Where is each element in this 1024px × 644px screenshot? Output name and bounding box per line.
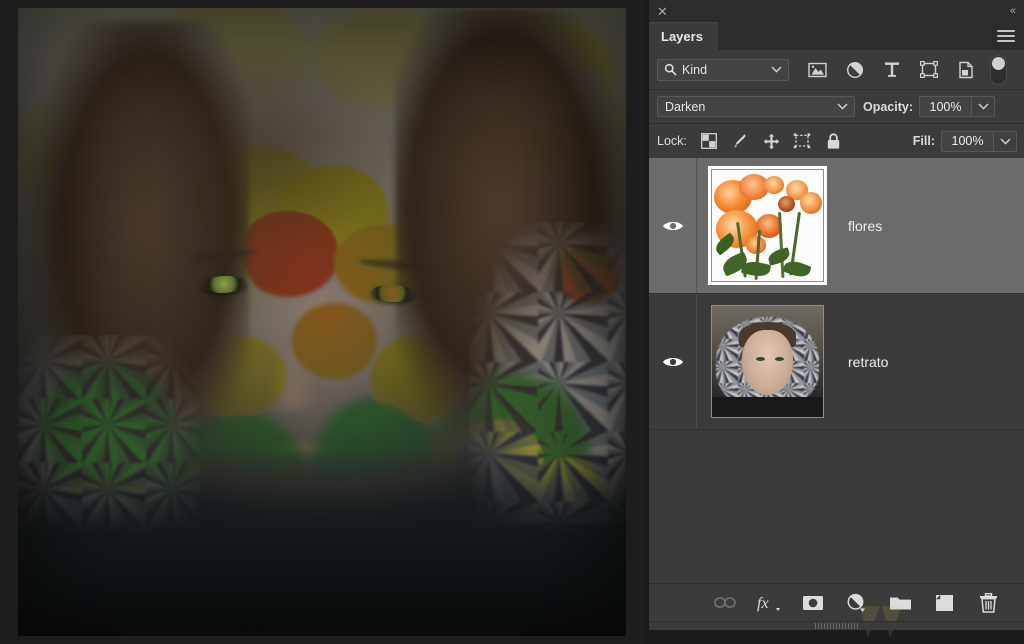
layer-thumbnail-retrato[interactable]: [711, 305, 824, 418]
opacity-stepper-icon[interactable]: [971, 96, 995, 117]
fill-label: Fill:: [913, 134, 935, 148]
adjustment-layer-button[interactable]: [842, 589, 872, 617]
panel-titlebar: ✕ «: [649, 0, 1024, 22]
tab-layers[interactable]: Layers: [649, 22, 718, 50]
half-circle-icon: [846, 593, 868, 613]
eye-icon: [662, 219, 684, 233]
new-layer-button[interactable]: [930, 589, 960, 617]
layer-visibility-toggle-retrato[interactable]: [649, 294, 697, 429]
blend-mode-row: Darken Opacity: 100%: [649, 90, 1024, 124]
trash-icon: [979, 593, 998, 613]
fill-input[interactable]: 100%: [941, 131, 993, 152]
chain-link-icon: [714, 596, 736, 609]
lock-label: Lock:: [657, 134, 687, 148]
chevron-down-icon: [837, 103, 848, 110]
panel-menu-icon[interactable]: [997, 30, 1015, 42]
link-layers-button[interactable]: [710, 589, 740, 617]
scrollbar-grip[interactable]: [815, 623, 859, 629]
new-layer-icon: [935, 594, 954, 612]
layer-thumbnail-cell-flores[interactable]: [697, 169, 838, 282]
tab-empty-space: [718, 22, 1024, 50]
svg-text:fx: fx: [757, 595, 769, 612]
filter-smart-objects-icon[interactable]: [947, 55, 984, 85]
lock-artboard-nesting-icon[interactable]: [787, 127, 818, 155]
table-row[interactable]: retrato: [649, 294, 1024, 430]
lock-position-icon[interactable]: [756, 127, 787, 155]
panel-footer-spacer: [649, 630, 1024, 644]
folder-icon: [889, 594, 912, 611]
chevron-down-icon: [771, 66, 782, 73]
filter-adjustment-layers-icon[interactable]: [836, 55, 873, 85]
photoshop-window: ✕ « Layers Kind: [0, 0, 1024, 644]
flowers-overlay-layer: [18, 8, 626, 636]
document-image[interactable]: [18, 8, 626, 636]
close-icon[interactable]: ✕: [657, 5, 668, 18]
layer-style-button[interactable]: fx: [754, 589, 784, 617]
woman-portrait-headscarf-art: [712, 306, 823, 417]
layer-mask-button[interactable]: [798, 589, 828, 617]
layer-visibility-toggle-flores[interactable]: [649, 158, 697, 293]
blend-mode-select[interactable]: Darken: [657, 96, 855, 117]
horizontal-scrollbar[interactable]: [649, 621, 1024, 630]
filter-type-icons: [799, 55, 1007, 85]
filter-type-layers-icon[interactable]: [873, 55, 910, 85]
lock-image-pixels-icon[interactable]: [725, 127, 756, 155]
fill-stepper-icon[interactable]: [993, 131, 1017, 152]
orange-roses-bouquet-art: [712, 170, 823, 281]
filter-pixel-layers-icon[interactable]: [799, 55, 836, 85]
layer-filter-row: Kind: [649, 50, 1024, 90]
fx-icon: fx: [757, 593, 781, 613]
layer-name-flores[interactable]: flores: [838, 218, 882, 234]
mask-icon: [802, 595, 824, 611]
delete-layer-button[interactable]: [974, 589, 1004, 617]
filter-kind-label: Kind: [682, 63, 707, 77]
lock-row: Lock:: [649, 124, 1024, 158]
document-canvas-area[interactable]: [0, 0, 645, 644]
new-group-button[interactable]: [886, 589, 916, 617]
layers-panel-bottom-toolbar: fx: [649, 583, 1024, 621]
filter-enable-toggle[interactable]: [990, 55, 1007, 85]
panel-tab-row: Layers: [649, 22, 1024, 50]
opacity-input[interactable]: 100%: [919, 96, 971, 117]
lock-transparent-pixels-icon[interactable]: [694, 127, 725, 155]
filter-shape-layers-icon[interactable]: [910, 55, 947, 85]
lock-all-icon[interactable]: [818, 127, 849, 155]
layer-thumbnail-cell-retrato[interactable]: [697, 305, 838, 418]
layer-name-retrato[interactable]: retrato: [838, 354, 888, 370]
layers-panel: ✕ « Layers Kind: [645, 0, 1024, 644]
table-row[interactable]: flores: [649, 158, 1024, 294]
eye-icon: [662, 355, 684, 369]
layer-thumbnail-flores[interactable]: [711, 169, 824, 282]
layers-list[interactable]: flores: [649, 158, 1024, 583]
blend-mode-value: Darken: [665, 100, 705, 114]
collapse-panel-icon[interactable]: «: [1010, 5, 1015, 17]
opacity-label: Opacity:: [863, 100, 913, 114]
magnifier-icon: [664, 63, 677, 76]
filter-kind-select[interactable]: Kind: [657, 59, 789, 81]
